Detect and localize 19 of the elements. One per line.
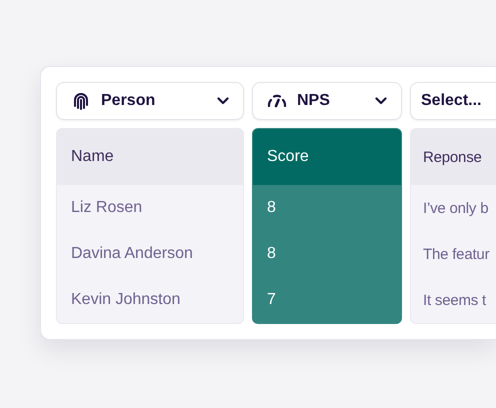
column-select[interactable]: Person <box>56 82 244 120</box>
table-cell-text: 7 <box>266 290 277 310</box>
chevron-down-icon <box>217 97 229 105</box>
column-select[interactable]: NPS <box>252 82 402 120</box>
column-header: Score <box>253 129 401 185</box>
table-cell-text: It seems t <box>422 290 488 310</box>
table-cell-text: Kevin Johnston <box>70 290 182 310</box>
chevron-down-icon <box>375 97 387 105</box>
table-cell-text: 8 <box>266 244 277 264</box>
column-header: Name <box>57 129 243 185</box>
fingerprint-icon <box>71 91 91 111</box>
table-cell-text: Davina Anderson <box>70 244 194 264</box>
table-cell-text: 8 <box>266 198 277 218</box>
gauge-icon <box>267 93 287 109</box>
table-cell-text: The featur <box>422 244 490 264</box>
table-cell-text: I’ve only b <box>422 198 490 218</box>
table-cell-text: Liz Rosen <box>70 198 144 218</box>
select-field[interactable]: Select... <box>410 82 496 120</box>
column-header: Reponse <box>411 129 496 185</box>
